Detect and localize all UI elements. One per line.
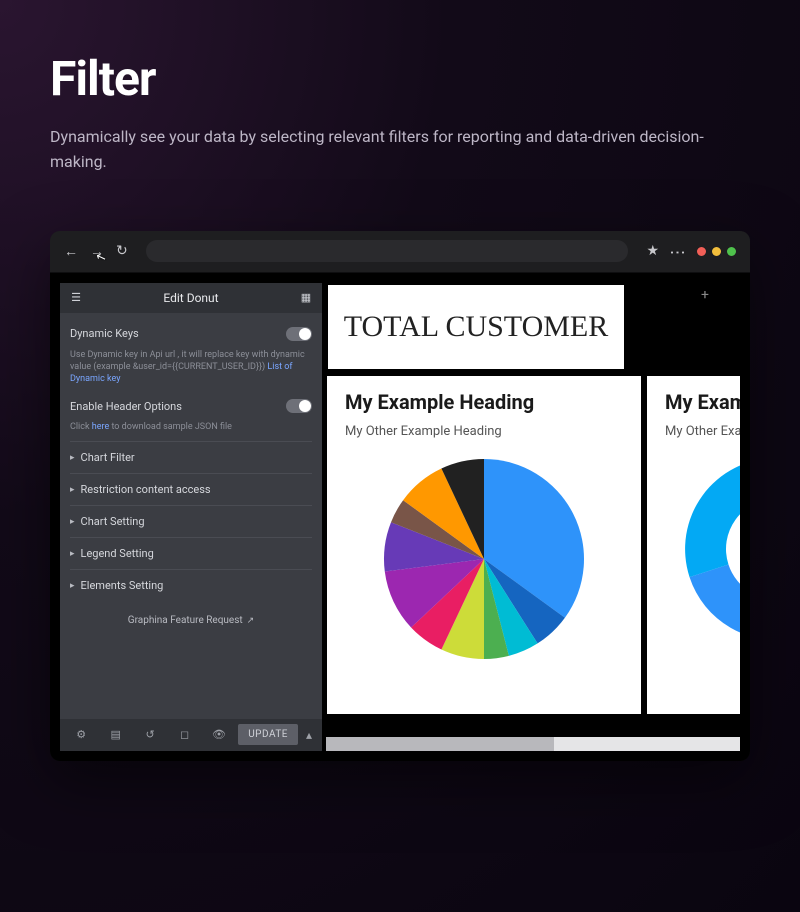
card-heading: My Example Heading xyxy=(345,390,623,414)
enable-header-toggle[interactable] xyxy=(286,399,312,413)
card-subheading: My Other Example Heading xyxy=(345,424,623,439)
accordion-elements-setting[interactable]: Elements Setting xyxy=(70,569,312,601)
chart-card-pie[interactable]: My Example Heading My Other Example Head… xyxy=(326,375,642,715)
json-sample-hint: Click here to download sample JSON file xyxy=(70,419,312,441)
overflow-menu-icon[interactable]: ⋮ xyxy=(669,244,688,258)
external-link-icon: ↗ xyxy=(247,616,255,626)
editor-sidebar: ☰ Edit Donut ▦ Dynamic Keys Use Dynamic … xyxy=(60,283,322,751)
update-button[interactable]: UPDATE xyxy=(238,724,298,745)
feature-request-link[interactable]: Graphina Feature Request↗ xyxy=(70,601,312,636)
chart-slice xyxy=(685,458,740,577)
accordion-legend-setting[interactable]: Legend Setting xyxy=(70,537,312,569)
hamburger-menu-icon[interactable]: ☰ xyxy=(68,291,84,304)
grid-icon[interactable]: ▦ xyxy=(298,291,314,304)
window-maximize-icon[interactable] xyxy=(727,247,736,256)
nav-reload-icon[interactable]: ↻ xyxy=(116,243,128,260)
card-heading: My Example xyxy=(665,390,740,414)
window-minimize-icon[interactable] xyxy=(712,247,721,256)
bookmark-star-icon[interactable]: ★ xyxy=(646,243,659,259)
card-subheading: My Other Example xyxy=(665,424,740,439)
enable-header-label: Enable Header Options xyxy=(70,400,182,413)
browser-window: ← → ↻ ★ ⋮ ☰ Edit Donut ▦ xyxy=(50,231,750,761)
publish-caret-icon[interactable]: ▴ xyxy=(302,728,316,742)
sidebar-title: Edit Donut xyxy=(84,291,298,305)
dynamic-keys-label: Dynamic Keys xyxy=(70,327,139,340)
hero-subtitle: Dynamically see your data by selecting r… xyxy=(50,125,710,175)
accordion-chart-setting[interactable]: Chart Setting xyxy=(70,505,312,537)
dynamic-keys-toggle[interactable] xyxy=(286,327,312,341)
canvas-header-tile[interactable]: TOTAL CUSTOMER xyxy=(326,283,626,371)
dynamic-keys-hint: Use Dynamic key in Api url , it will rep… xyxy=(70,347,312,393)
browser-toolbar: ← → ↻ ★ ⋮ xyxy=(50,231,750,273)
navigator-icon[interactable]: ▤ xyxy=(100,728,130,741)
pie-chart xyxy=(374,449,594,669)
responsive-icon[interactable]: ◻ xyxy=(169,728,199,741)
chart-card-donut[interactable]: My Example My Other Example xyxy=(646,375,740,715)
horizontal-scrollbar[interactable] xyxy=(326,737,740,751)
accordion-restriction[interactable]: Restriction content access xyxy=(70,473,312,505)
window-close-icon[interactable] xyxy=(697,247,706,256)
donut-chart xyxy=(676,449,740,649)
nav-back-icon[interactable]: ← xyxy=(64,243,78,260)
accordion-chart-filter[interactable]: Chart Filter xyxy=(70,441,312,473)
editor-canvas[interactable]: TOTAL CUSTOMER + My Example Heading My O… xyxy=(326,283,740,751)
add-section-plus-icon[interactable]: + xyxy=(701,287,709,303)
url-bar[interactable] xyxy=(146,240,629,262)
history-icon[interactable]: ↺ xyxy=(135,728,165,741)
json-sample-link[interactable]: here xyxy=(92,422,109,432)
settings-gear-icon[interactable]: ⚙ xyxy=(66,728,96,741)
preview-eye-icon[interactable]: 👁 xyxy=(204,728,234,741)
canvas-add-section[interactable]: + xyxy=(630,283,740,371)
hero-title: Filter xyxy=(50,50,750,107)
window-traffic-lights xyxy=(697,247,736,256)
